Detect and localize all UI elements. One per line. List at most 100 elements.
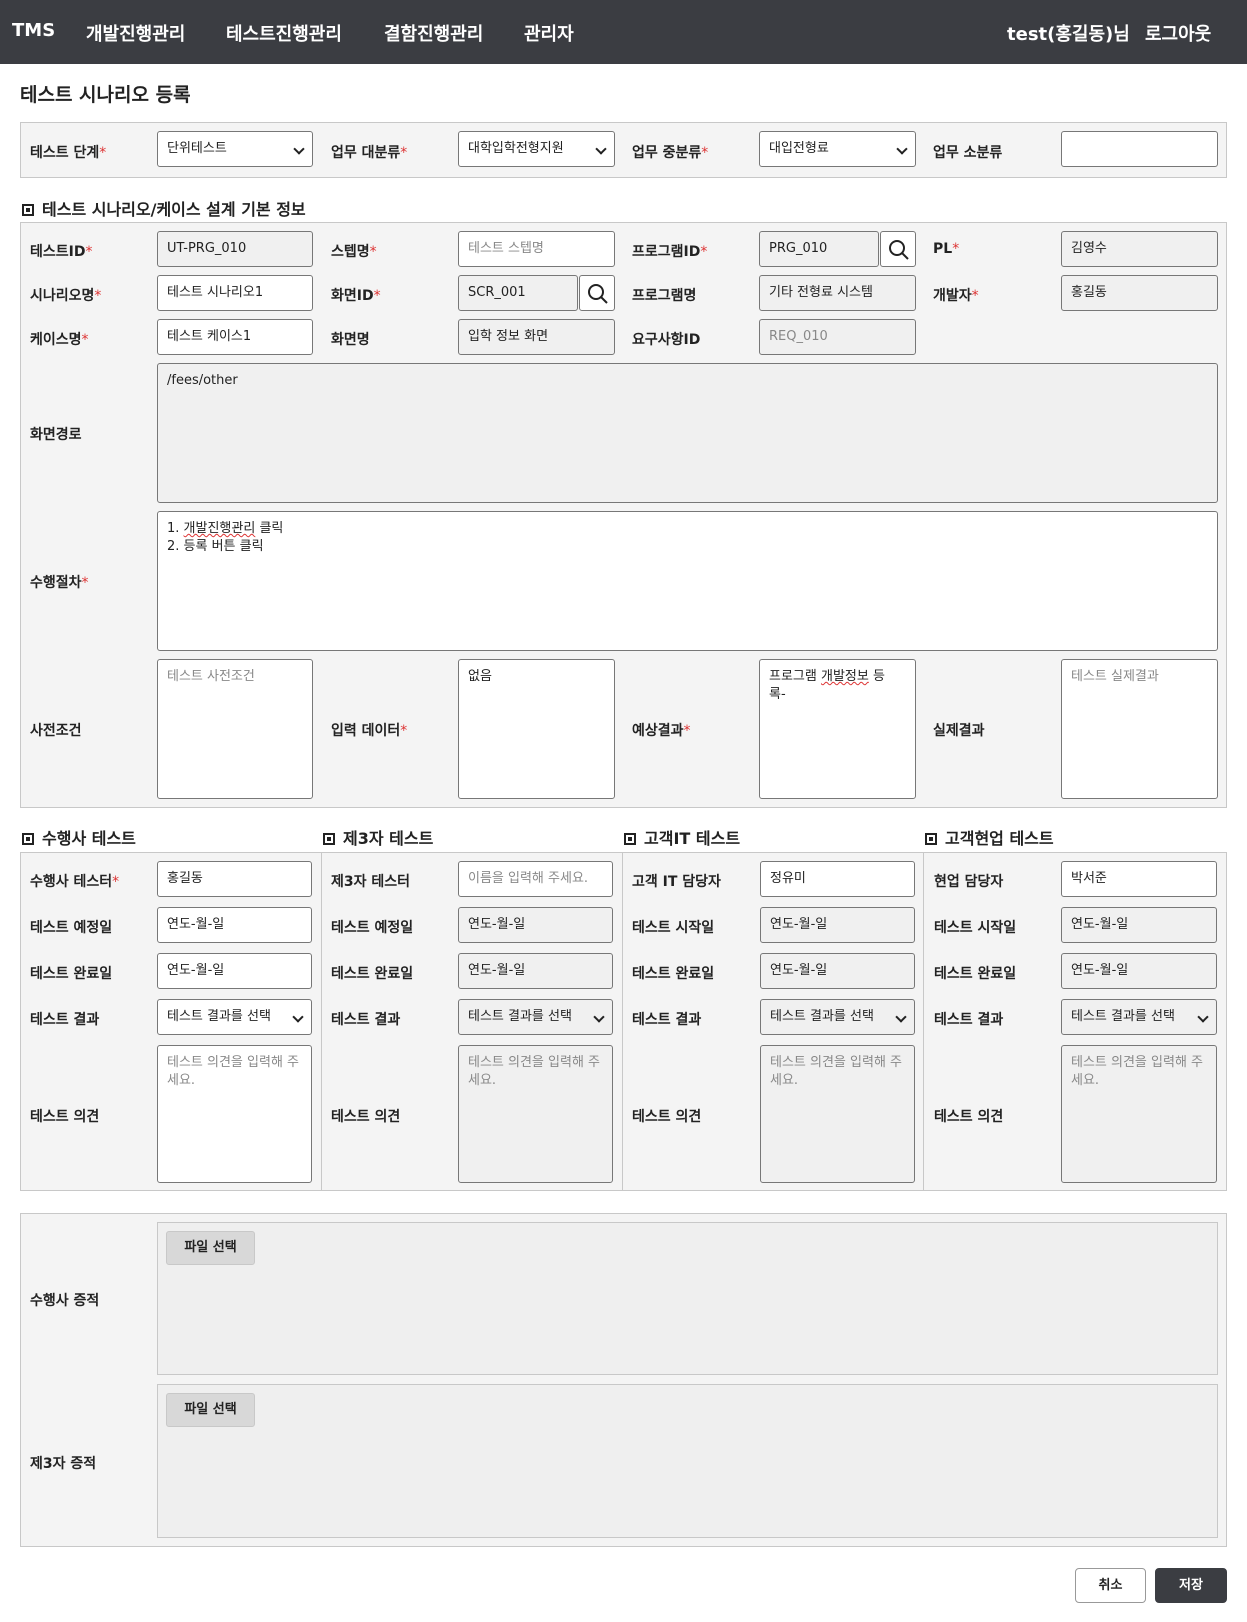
client-field-date1-label: 테스트 시작일: [934, 920, 1017, 936]
scenario-name-input[interactable]: 테스트 시나리오1: [157, 275, 313, 311]
expected-result-label: 예상결과*: [632, 723, 691, 739]
vendor-date1-label: 테스트 예정일: [30, 920, 113, 936]
third-result-select[interactable]: 테스트 결과를 선택: [458, 999, 613, 1035]
requirement-id-input[interactable]: REQ_010: [759, 319, 916, 355]
actual-result-label: 실제결과: [933, 723, 985, 739]
input-data-label: 입력 데이터*: [331, 723, 408, 739]
precondition-textarea[interactable]: 테스트 사전조건: [157, 659, 313, 799]
screen-path-textarea[interactable]: /fees/other: [157, 363, 1218, 503]
cancel-button[interactable]: 취소: [1075, 1568, 1146, 1603]
vendor-opinion-label: 테스트 의견: [30, 1109, 100, 1125]
top-navigation-bar: TMS 개발진행관리 테스트진행관리 결함진행관리 관리자 test(홍길동)님…: [0, 0, 1247, 64]
client-field-test-title: 고객현업 테스트: [925, 825, 1054, 849]
client-it-date1-label: 테스트 시작일: [632, 920, 715, 936]
input-data-textarea[interactable]: 없음: [458, 659, 615, 799]
client-it-start-date-input[interactable]: 연도-월-일: [760, 907, 915, 943]
client-it-date2-label: 테스트 완료일: [632, 966, 715, 982]
save-button[interactable]: 저장: [1155, 1568, 1227, 1603]
third-file-select-button[interactable]: 파일 선택: [166, 1393, 255, 1427]
nav-dev-progress[interactable]: 개발진행관리: [86, 20, 185, 46]
client-it-opinion-textarea[interactable]: 테스트 의견을 입력해 주세요.: [760, 1045, 915, 1183]
biz-middle-select[interactable]: 대입전형료: [759, 131, 916, 167]
vendor-result-select[interactable]: 테스트 결과를 선택: [157, 999, 312, 1035]
client-field-tester-input[interactable]: 박서준: [1061, 861, 1217, 897]
procedure-textarea[interactable]: 1. 개발진행관리 클릭 2. 등록 버튼 클릭: [157, 511, 1218, 651]
biz-major-select[interactable]: 대학입학전형지원: [458, 131, 615, 167]
section-divider: [923, 852, 924, 1191]
vendor-complete-date-input[interactable]: 연도-월-일: [157, 953, 312, 989]
section-square-icon: [925, 833, 937, 845]
pl-label: PL*: [933, 241, 960, 257]
client-field-result-select[interactable]: 테스트 결과를 선택: [1061, 999, 1217, 1035]
expected-result-textarea[interactable]: 프로그램 개발정보 등 록-: [759, 659, 916, 799]
developer-input[interactable]: 홍길동: [1061, 275, 1218, 311]
vendor-tester-label: 수행사 테스터*: [30, 874, 120, 890]
client-it-result-select[interactable]: 테스트 결과를 선택: [760, 999, 915, 1035]
test-id-input[interactable]: UT-PRG_010: [157, 231, 313, 267]
section-square-icon: [323, 833, 335, 845]
step-name-label: 스텝명*: [331, 244, 377, 260]
requirement-id-label: 요구사항ID: [632, 332, 701, 348]
program-id-input[interactable]: PRG_010: [759, 231, 879, 267]
client-it-opinion-label: 테스트 의견: [632, 1109, 702, 1125]
vendor-evidence-dropzone[interactable]: 파일 선택: [157, 1222, 1218, 1375]
logout-link[interactable]: 로그아웃: [1145, 20, 1211, 46]
search-icon: [889, 240, 909, 260]
nav-admin[interactable]: 관리자: [524, 20, 574, 46]
third-opinion-textarea[interactable]: 테스트 의견을 입력해 주세요.: [458, 1045, 613, 1183]
client-it-result-label: 테스트 결과: [632, 1012, 702, 1028]
search-icon: [588, 284, 608, 304]
vendor-evidence-label: 수행사 증적: [30, 1293, 100, 1309]
third-tester-label: 제3자 테스터: [331, 874, 411, 890]
screen-name-input[interactable]: 입학 정보 화면: [458, 319, 615, 355]
test-stage-select[interactable]: 단위테스트: [157, 131, 313, 167]
third-complete-date-input[interactable]: 연도-월-일: [458, 953, 613, 989]
section-square-icon: [22, 833, 34, 845]
screen-search-button[interactable]: [579, 275, 615, 311]
third-evidence-dropzone[interactable]: 파일 선택: [157, 1384, 1218, 1538]
procedure-label: 수행절차*: [30, 575, 89, 591]
client-field-start-date-input[interactable]: 연도-월-일: [1061, 907, 1217, 943]
third-date1-label: 테스트 예정일: [331, 920, 414, 936]
section-square-icon: [624, 833, 636, 845]
test-id-label: 테스트ID*: [30, 244, 93, 260]
section-divider: [321, 852, 322, 1191]
client-field-complete-date-input[interactable]: 연도-월-일: [1061, 953, 1217, 989]
pl-input[interactable]: 김영수: [1061, 231, 1218, 267]
vendor-test-title: 수행사 테스트: [22, 825, 136, 849]
actual-result-textarea[interactable]: 테스트 실제결과: [1061, 659, 1218, 799]
client-it-complete-date-input[interactable]: 연도-월-일: [760, 953, 915, 989]
screen-name-label: 화면명: [331, 332, 370, 348]
test-stage-label: 테스트 단계*: [30, 145, 107, 161]
brand-logo[interactable]: TMS: [12, 20, 55, 41]
client-it-tester-label: 고객 IT 담당자: [632, 874, 721, 890]
nav-test-progress[interactable]: 테스트진행관리: [226, 20, 342, 46]
vendor-planned-date-input[interactable]: 연도-월-일: [157, 907, 312, 943]
third-tester-input[interactable]: 이름을 입력해 주세요.: [458, 861, 613, 897]
screen-id-label: 화면ID*: [331, 288, 381, 304]
screen-id-input[interactable]: SCR_001: [458, 275, 578, 311]
case-name-input[interactable]: 테스트 케이스1: [157, 319, 313, 355]
biz-minor-input[interactable]: [1061, 131, 1218, 167]
vendor-opinion-textarea[interactable]: 테스트 의견을 입력해 주세요.: [157, 1045, 312, 1183]
vendor-tester-input[interactable]: 홍길동: [157, 861, 312, 897]
page-title: 테스트 시나리오 등록: [20, 84, 191, 106]
client-field-result-label: 테스트 결과: [934, 1012, 1004, 1028]
step-name-input[interactable]: 테스트 스텝명: [458, 231, 615, 267]
client-field-date2-label: 테스트 완료일: [934, 966, 1017, 982]
case-name-label: 케이스명*: [30, 332, 89, 348]
program-search-button[interactable]: [880, 231, 916, 267]
client-it-tester-input[interactable]: 정유미: [760, 861, 915, 897]
third-planned-date-input[interactable]: 연도-월-일: [458, 907, 613, 943]
developer-label: 개발자*: [933, 288, 979, 304]
third-date2-label: 테스트 완료일: [331, 966, 414, 982]
biz-major-label: 업무 대분류*: [331, 145, 408, 161]
vendor-file-select-button[interactable]: 파일 선택: [166, 1231, 255, 1265]
client-field-opinion-textarea[interactable]: 테스트 의견을 입력해 주세요.: [1061, 1045, 1217, 1183]
basic-section-title: 테스트 시나리오/케이스 설계 기본 정보: [22, 196, 306, 220]
scenario-name-label: 시나리오명*: [30, 288, 102, 304]
client-it-test-title: 고객IT 테스트: [624, 825, 740, 849]
program-name-input[interactable]: 기타 전형료 시스템: [759, 275, 916, 311]
nav-defect-progress[interactable]: 결함진행관리: [384, 20, 483, 46]
third-evidence-label: 제3자 증적: [30, 1456, 97, 1472]
